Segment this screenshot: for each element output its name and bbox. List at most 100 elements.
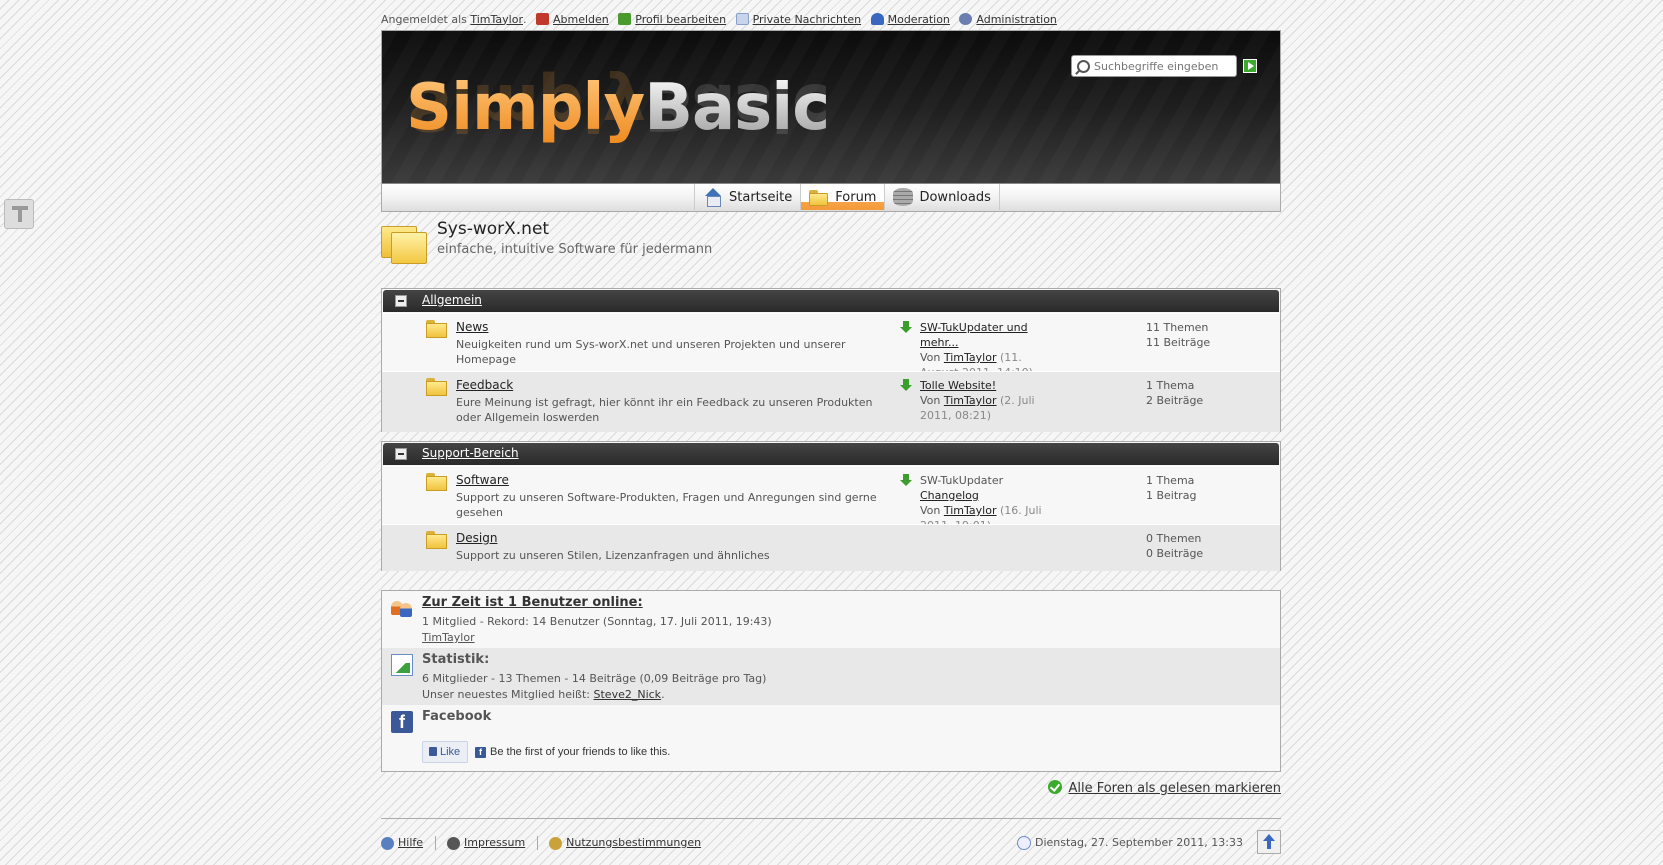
forum-description: Neuigkeiten rund um Sys-worX.net und uns… — [456, 338, 846, 366]
thumbs-up-icon — [429, 747, 437, 756]
facebook-title: Facebook — [422, 709, 492, 724]
forum-row-software: Software Support zu unseren Software-Pro… — [382, 466, 1280, 532]
last-post: Tolle Website! Von TimTaylor (2. Juli 20… — [920, 379, 1035, 422]
site-logo[interactable]: SimplyBasic — [406, 73, 830, 143]
terms-icon — [549, 836, 563, 850]
statistics-section: Statistik: 6 Mitglieder - 13 Themen - 14… — [382, 648, 1280, 705]
forum-stats: 1 Thema 1 Beitrag — [1146, 473, 1266, 503]
forum-name[interactable]: News — [456, 320, 488, 334]
footer-divider — [381, 818, 1281, 819]
last-post-title[interactable]: SW-TukUpdater und mehr... — [920, 321, 1028, 349]
back-to-top-button[interactable] — [1257, 830, 1281, 854]
last-post-title-prefix: SW-TukUpdater — [920, 474, 1004, 487]
folder-icon — [426, 378, 448, 396]
category-header: Allgemein — [383, 290, 1279, 312]
topic-count: 0 Themen — [1146, 532, 1202, 545]
info-box: Zur Zeit ist 1 Benutzer online: 1 Mitgli… — [381, 590, 1281, 772]
gear-icon — [959, 13, 973, 26]
mark-all-read-link[interactable]: Alle Foren als gelesen markieren — [1048, 780, 1281, 796]
forum-stats: 1 Thema 2 Beiträge — [1146, 378, 1266, 408]
folder-icon — [426, 473, 448, 491]
chart-icon — [391, 654, 413, 676]
users-online-title[interactable]: Zur Zeit ist 1 Benutzer online: — [422, 595, 643, 610]
logout-icon — [536, 13, 549, 26]
folder-icon — [426, 531, 448, 549]
footer-link-hilfe[interactable]: Hilfe — [398, 836, 423, 849]
site-header: SimplyBasic SimplyBasic Startseite Forum… — [381, 30, 1281, 212]
search-box — [1071, 55, 1237, 77]
category-support-bereich: Support-Bereich Software Support zu unse… — [381, 441, 1281, 571]
folders-icon — [381, 220, 427, 264]
private-messages-link[interactable]: Private Nachrichten — [735, 12, 861, 26]
info-icon — [447, 836, 461, 850]
post-count: 2 Beiträge — [1146, 394, 1204, 407]
forum-description: Eure Meinung ist gefragt, hier könnt ihr… — [456, 396, 873, 424]
collapse-toggle-icon[interactable] — [395, 295, 407, 307]
tab-downloads[interactable]: Downloads — [884, 184, 1000, 210]
goto-last-post-icon[interactable] — [900, 474, 912, 486]
last-post-author[interactable]: TimTaylor — [944, 504, 997, 517]
category-header: Support-Bereich — [383, 443, 1279, 465]
forum-description: Support zu unseren Stilen, Lizenzanfrage… — [456, 549, 770, 562]
collapse-toggle-icon[interactable] — [395, 448, 407, 460]
forum-row-news: News Neuigkeiten rund um Sys-worX.net un… — [382, 313, 1280, 379]
facebook-like-button[interactable]: Like — [422, 741, 468, 763]
online-user-link[interactable]: TimTaylor — [422, 631, 475, 644]
logged-in-prefix: Angemeldet als — [381, 12, 467, 26]
footer-datetime: Dienstag, 27. September 2011, 13:33 — [1016, 836, 1243, 850]
forum-stats: 0 Themen 0 Beiträge — [1146, 531, 1266, 561]
logout-link[interactable]: Abmelden — [536, 12, 609, 26]
last-post-author[interactable]: TimTaylor — [944, 394, 997, 407]
category-title[interactable]: Allgemein — [422, 293, 482, 307]
checkmark-icon — [1048, 780, 1063, 794]
last-post-author[interactable]: TimTaylor — [944, 351, 997, 364]
facebook-small-icon: f — [475, 747, 486, 758]
category-title[interactable]: Support-Bereich — [422, 446, 519, 460]
moderation-link[interactable]: Moderation — [870, 12, 950, 26]
help-icon — [381, 836, 394, 850]
post-count: 11 Beiträge — [1146, 336, 1211, 349]
page-subtitle: einfache, intuitive Software für jederma… — [437, 242, 713, 257]
username-link[interactable]: TimTaylor — [470, 13, 523, 26]
forum-name[interactable]: Design — [456, 531, 497, 545]
forum-stats: 11 Themen 11 Beiträge — [1146, 320, 1266, 350]
topic-count: 11 Themen — [1146, 321, 1209, 334]
envelope-icon — [735, 13, 749, 26]
search-input[interactable] — [1094, 58, 1232, 74]
forum-name[interactable]: Feedback — [456, 378, 513, 392]
forum-row-feedback: Feedback Eure Meinung ist gefragt, hier … — [382, 371, 1280, 432]
users-online-section: Zur Zeit ist 1 Benutzer online: 1 Mitgli… — [382, 591, 1280, 648]
goto-last-post-icon[interactable] — [900, 379, 912, 391]
user-bar: Angemeldet als TimTaylor. Abmelden Profi… — [381, 12, 1057, 26]
twitter-side-tab[interactable] — [4, 199, 34, 229]
page-title: Sys-worX.net — [437, 219, 550, 239]
topic-count: 1 Thema — [1146, 474, 1195, 487]
users-icon — [391, 597, 413, 619]
last-post-title[interactable]: Changelog — [920, 489, 979, 502]
topic-count: 1 Thema — [1146, 379, 1195, 392]
main-nav: Startseite Forum Downloads — [382, 183, 1280, 211]
moderator-icon — [870, 13, 884, 26]
footer: Hilfe Impressum Nutzungsbestimmungen Die… — [381, 830, 1281, 854]
footer-link-nutzungsbestimmungen[interactable]: Nutzungsbestimmungen — [566, 836, 701, 849]
footer-link-impressum[interactable]: Impressum — [464, 836, 525, 849]
administration-link[interactable]: Administration — [959, 12, 1057, 26]
forum-name[interactable]: Software — [456, 473, 509, 487]
tab-forum[interactable]: Forum — [800, 184, 886, 210]
database-icon — [893, 188, 914, 206]
users-online-detail: 1 Mitglied - Rekord: 14 Benutzer (Sonnta… — [422, 615, 772, 628]
search-icon — [1077, 60, 1090, 73]
forum-description: Support zu unseren Software-Produkten, F… — [456, 491, 877, 519]
post-count: 1 Beitrag — [1146, 489, 1197, 502]
folder-icon — [426, 320, 448, 338]
edit-profile-link[interactable]: Profil bearbeiten — [618, 12, 726, 26]
statistics-detail: 6 Mitglieder - 13 Themen - 14 Beiträge (… — [422, 672, 767, 685]
newest-member-link[interactable]: Steve2_Nick — [594, 688, 662, 701]
goto-last-post-icon[interactable] — [900, 321, 912, 333]
tab-startseite[interactable]: Startseite — [694, 184, 802, 210]
last-post-title[interactable]: Tolle Website! — [920, 379, 996, 392]
facebook-section: f Facebook Like f Be the first of your f… — [382, 705, 1280, 771]
search-submit-button[interactable] — [1243, 59, 1257, 73]
banner: SimplyBasic SimplyBasic — [382, 31, 1280, 183]
post-count: 0 Beiträge — [1146, 547, 1204, 560]
